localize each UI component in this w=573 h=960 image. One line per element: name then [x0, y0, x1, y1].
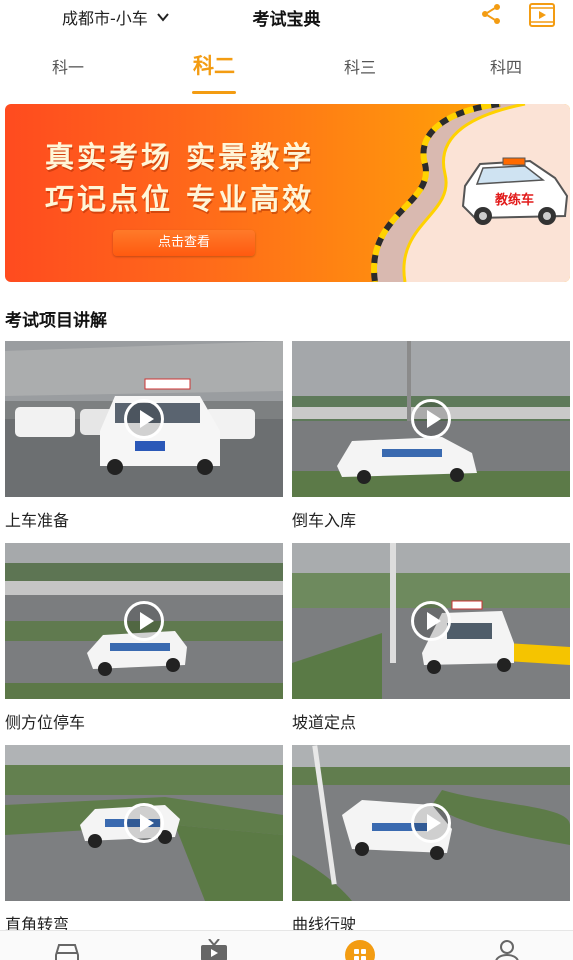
video-card-reverse-parking[interactable]: 倒车入库 — [292, 341, 570, 531]
car-icon[interactable] — [52, 939, 82, 960]
video-title: 上车准备 — [5, 511, 70, 530]
video-play-icon[interactable] — [529, 3, 555, 27]
video-card-boarding[interactable]: 上车准备 — [5, 341, 283, 531]
play-icon[interactable] — [411, 399, 451, 439]
play-icon[interactable] — [124, 601, 164, 641]
play-icon[interactable] — [124, 803, 164, 843]
tab-subject-4[interactable]: 科四 — [466, 54, 546, 78]
play-icon[interactable] — [411, 803, 451, 843]
video-title: 倒车入库 — [292, 511, 357, 530]
section-title: 考试项目讲解 — [5, 311, 107, 331]
video-thumbnail[interactable] — [5, 543, 283, 699]
bottom-navigation — [0, 930, 573, 960]
user-icon[interactable] — [492, 939, 522, 960]
video-thumbnail[interactable] — [5, 745, 283, 901]
video-thumbnail[interactable] — [292, 745, 570, 901]
car-label: 教练车 — [494, 192, 534, 208]
tab-subject-2[interactable]: 科二 — [174, 50, 254, 80]
tab-subject-1[interactable]: 科一 — [28, 54, 108, 78]
banner-headline-1: 真实考场 实景教学 — [45, 140, 315, 174]
video-thumbnail[interactable] — [5, 341, 283, 497]
grid-icon[interactable] — [345, 939, 375, 960]
video-card-hill-start[interactable]: 坡道定点 — [292, 543, 570, 733]
video-card-right-angle-turn[interactable]: 直角转弯 — [5, 745, 283, 935]
banner-headline-2: 巧记点位 专业高效 — [45, 182, 315, 216]
road-car-illustration: 教练车 — [371, 104, 570, 282]
video-title: 侧方位停车 — [5, 713, 86, 732]
video-thumbnail[interactable] — [292, 543, 570, 699]
share-icon[interactable] — [479, 2, 503, 26]
video-card-curve-driving[interactable]: 曲线行驶 — [292, 745, 570, 935]
active-tab-indicator — [192, 91, 236, 94]
play-icon[interactable] — [411, 601, 451, 641]
tab-subject-3[interactable]: 科三 — [320, 54, 400, 78]
top-header: 成都市-小车 考试宝典 — [0, 0, 573, 34]
video-card-parallel-parking[interactable]: 侧方位停车 — [5, 543, 283, 733]
subject-tabs: 科一 科二 科三 科四 — [0, 44, 573, 94]
video-thumbnail[interactable] — [292, 341, 570, 497]
video-title: 坡道定点 — [292, 713, 357, 732]
tv-icon[interactable] — [199, 939, 229, 960]
play-icon[interactable] — [124, 399, 164, 439]
promo-banner[interactable]: 教练车 真实考场 实景教学 巧记点位 专业高效 点击查看 — [5, 104, 570, 282]
banner-view-button[interactable]: 点击查看 — [113, 230, 255, 256]
